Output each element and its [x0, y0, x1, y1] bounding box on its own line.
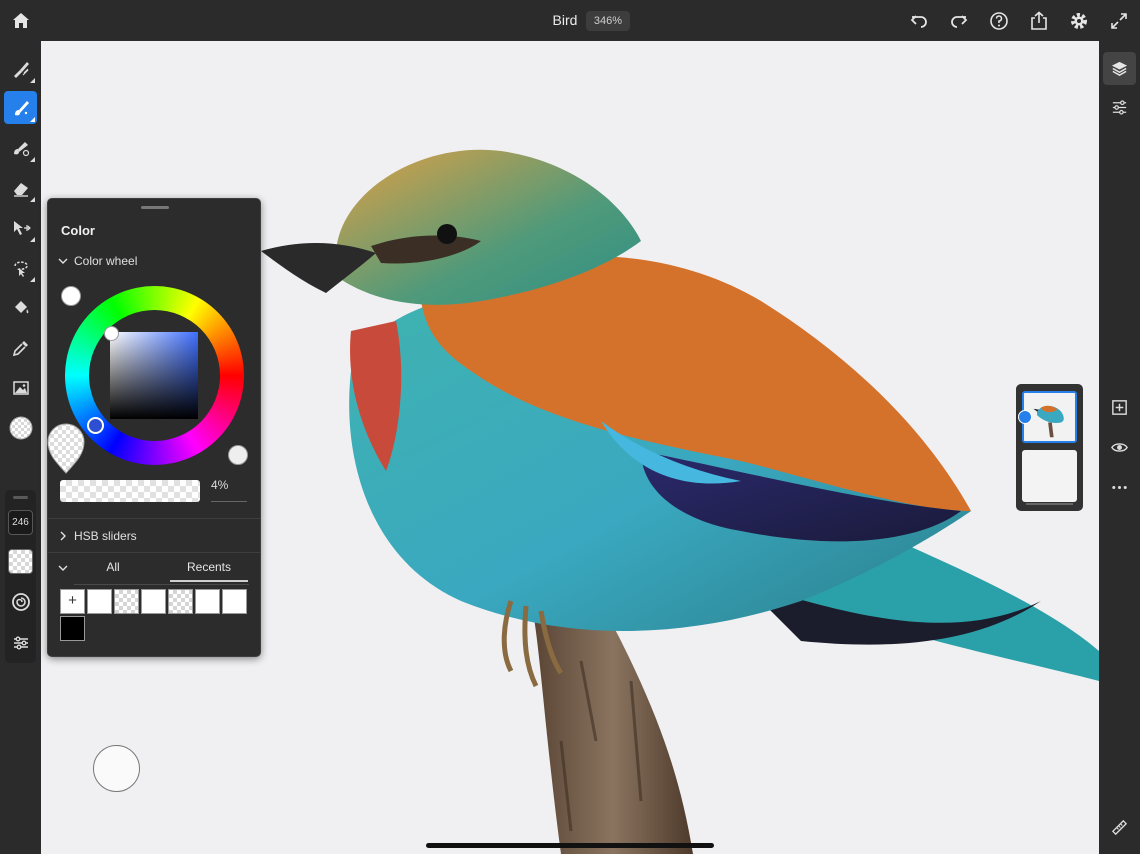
- color-wheel-section-toggle[interactable]: Color wheel: [58, 254, 137, 268]
- add-layer-icon[interactable]: [1103, 391, 1136, 424]
- brush-tool[interactable]: [4, 91, 37, 124]
- panel-drag-handle[interactable]: [141, 206, 169, 209]
- divider: [48, 552, 260, 553]
- chevron-right-icon: [60, 531, 66, 541]
- healing-brush-tool[interactable]: [4, 131, 37, 164]
- place-image-tool[interactable]: [4, 371, 37, 404]
- brush-settings-icon[interactable]: [8, 630, 33, 655]
- image-icon: [12, 380, 29, 395]
- ruler-icon[interactable]: [1103, 811, 1136, 844]
- chevron-down-icon: [58, 565, 68, 571]
- brush-settings-group: 246: [5, 490, 36, 663]
- color-wheel-label: Color wheel: [74, 254, 138, 268]
- recent-swatch[interactable]: [114, 589, 139, 614]
- brush-icon: [14, 100, 29, 115]
- group-handle[interactable]: [13, 496, 28, 499]
- recent-swatch[interactable]: [87, 589, 112, 614]
- settings-icon[interactable]: [1064, 6, 1094, 36]
- recent-swatch[interactable]: [222, 589, 247, 614]
- saturation-brightness-square[interactable]: [110, 332, 198, 419]
- fullscreen-icon[interactable]: [1104, 6, 1134, 36]
- recent-swatch[interactable]: [141, 589, 166, 614]
- brush-opacity-swatch[interactable]: [8, 549, 33, 574]
- current-color-swatch[interactable]: [228, 445, 248, 465]
- visibility-icon[interactable]: [1103, 431, 1136, 464]
- redo-icon[interactable]: [944, 6, 974, 36]
- opacity-slider[interactable]: [60, 480, 200, 502]
- eyedropper-tool[interactable]: [4, 331, 37, 364]
- chevron-down-icon: [58, 258, 68, 264]
- add-swatch-button[interactable]: +: [60, 589, 85, 614]
- right-toolbar: [1099, 41, 1140, 854]
- panel-title: Color: [61, 223, 95, 238]
- paint-bucket-tool[interactable]: [4, 291, 37, 324]
- top-bar: Bird 346%: [0, 0, 1140, 41]
- swatches-section-toggle[interactable]: [58, 563, 68, 573]
- eyedropper-icon: [12, 340, 28, 356]
- left-toolbar: 246: [0, 41, 41, 854]
- tab-recents[interactable]: Recents: [170, 560, 248, 582]
- move-tool[interactable]: [4, 211, 37, 244]
- hsb-sliders-label: HSB sliders: [74, 529, 137, 543]
- adjustments-icon[interactable]: [1103, 91, 1136, 124]
- opacity-value[interactable]: 4%: [211, 478, 247, 502]
- paint-brush-icon: [13, 61, 29, 78]
- home-indicator: [426, 843, 714, 848]
- layers-icon[interactable]: [1103, 52, 1136, 85]
- layer-thumbnail-blank[interactable]: [1022, 450, 1077, 502]
- color-sample-drop: [46, 422, 86, 474]
- saturation-brightness-handle[interactable]: [104, 326, 119, 341]
- home-icon[interactable]: [6, 6, 36, 36]
- share-icon[interactable]: [1024, 6, 1054, 36]
- current-color-icon: [9, 416, 32, 439]
- recent-swatch[interactable]: [168, 589, 193, 614]
- selection-tool[interactable]: [4, 251, 37, 284]
- hsb-sliders-section-toggle[interactable]: HSB sliders: [58, 529, 137, 543]
- brush-smoothing-icon[interactable]: [8, 589, 33, 614]
- tab-all[interactable]: All: [78, 560, 148, 582]
- eraser-icon: [13, 182, 28, 197]
- divider: [48, 518, 260, 519]
- layers-panel: [1016, 384, 1083, 511]
- undo-icon[interactable]: [904, 6, 934, 36]
- paint-brush-tool[interactable]: [4, 52, 37, 85]
- previous-color-swatch[interactable]: [61, 286, 81, 306]
- eraser-tool[interactable]: [4, 171, 37, 204]
- color-picker-swatch[interactable]: [4, 411, 37, 444]
- healing-brush-icon: [13, 141, 29, 156]
- photoshop-app: Bird 346% 246 Color Color wheel 4% HSB s…: [0, 0, 1140, 854]
- layer-link-badge: [1018, 410, 1032, 424]
- layers-panel-grip[interactable]: [1026, 503, 1073, 505]
- recent-swatch[interactable]: [60, 616, 85, 641]
- paint-bucket-icon: [14, 300, 28, 313]
- brush-size-value[interactable]: 246: [8, 510, 33, 535]
- help-icon[interactable]: [984, 6, 1014, 36]
- move-icon: [13, 220, 31, 235]
- zoom-level-badge[interactable]: 346%: [586, 11, 630, 31]
- document-title: Bird: [552, 12, 578, 28]
- hue-handle[interactable]: [87, 417, 104, 434]
- tab-underline: [74, 584, 249, 585]
- more-icon[interactable]: [1103, 471, 1136, 504]
- lasso-selection-icon: [13, 260, 28, 277]
- brush-cursor-circle: [93, 745, 140, 792]
- recent-swatch[interactable]: [195, 589, 220, 614]
